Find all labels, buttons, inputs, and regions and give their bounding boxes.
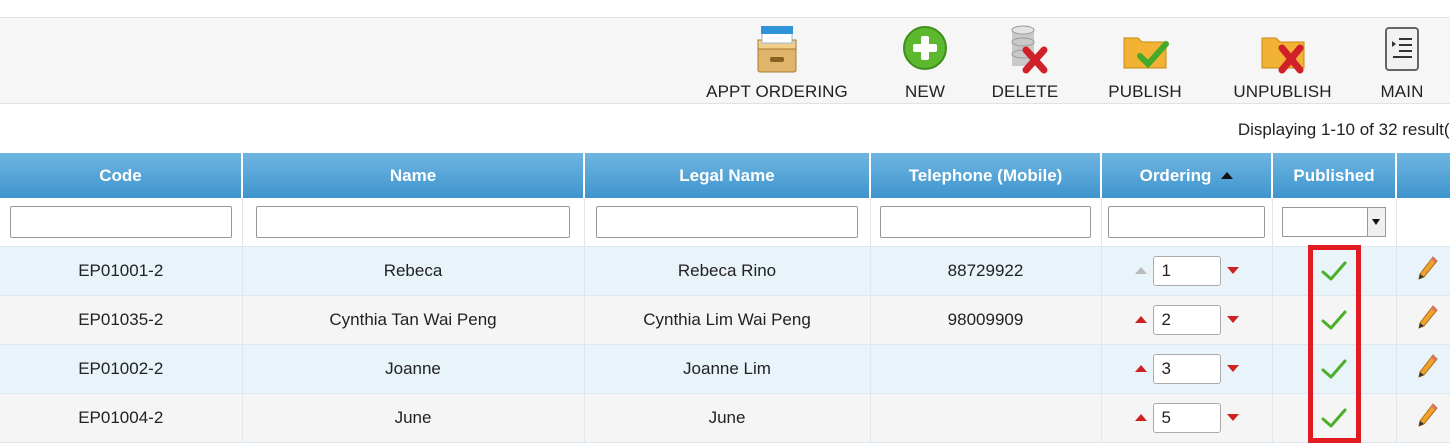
move-up-icon[interactable] — [1134, 365, 1147, 372]
move-up-icon[interactable] — [1134, 316, 1147, 323]
move-up-icon[interactable] — [1134, 414, 1147, 421]
dropdown-arrow-icon[interactable] — [1366, 207, 1385, 236]
move-down-icon[interactable] — [1226, 316, 1239, 323]
published-check-icon[interactable] — [1321, 260, 1347, 282]
appt-ordering-label: APPT ORDERING — [706, 82, 848, 101]
cell-code: EP01004-2 — [0, 393, 243, 443]
list-menu-icon — [1377, 24, 1427, 74]
edit-pencil-icon[interactable] — [1417, 304, 1439, 330]
results-table: Code Name Legal Name Telephone (Mobile) … — [0, 153, 1450, 443]
cell-ordering: 5 — [1101, 393, 1273, 443]
cell-legal-name: Joanne Lim — [584, 344, 871, 394]
cell-legal-name: Rebeca Rino — [584, 246, 871, 296]
move-down-icon[interactable] — [1226, 414, 1239, 421]
move-up-disabled-icon — [1134, 267, 1147, 274]
cell-code: EP01035-2 — [0, 295, 243, 345]
cell-code: EP01002-2 — [0, 344, 243, 394]
plus-circle-icon — [900, 24, 950, 74]
database-delete-icon — [1000, 24, 1050, 74]
cell-ordering: 3 — [1101, 344, 1273, 394]
col-header-ordering[interactable]: Ordering — [1101, 153, 1273, 198]
cell-edit — [1396, 295, 1450, 345]
cell-telephone: 98009909 — [870, 295, 1102, 345]
sort-ascending-icon — [1221, 172, 1234, 179]
cell-telephone: 88729922 — [870, 246, 1102, 296]
col-header-code[interactable]: Code — [0, 153, 243, 198]
cell-code: EP01001-2 — [0, 246, 243, 296]
cell-name: Joanne — [242, 344, 585, 394]
main-button[interactable]: MAIN — [1372, 24, 1432, 101]
cell-published — [1272, 344, 1397, 394]
published-filter-select[interactable] — [1282, 206, 1386, 237]
cell-telephone — [870, 344, 1102, 394]
delete-label: DELETE — [991, 82, 1059, 101]
cell-published — [1272, 246, 1397, 296]
move-down-icon[interactable] — [1226, 365, 1239, 372]
results-count: Displaying 1-10 of 32 result(s — [1237, 120, 1450, 139]
edit-pencil-icon[interactable] — [1417, 255, 1439, 281]
code-filter-input[interactable] — [9, 205, 232, 238]
ordering-input[interactable]: 2 — [1152, 304, 1221, 335]
cell-name: Cynthia Tan Wai Peng — [242, 295, 585, 345]
cell-legal-name: Cynthia Lim Wai Peng — [584, 295, 871, 345]
filter-row — [0, 198, 1450, 247]
table-row[interactable]: EP01001-2 Rebeca Rebeca Rino 88729922 1 — [0, 246, 1450, 296]
publish-button[interactable]: PUBLISH — [1100, 24, 1190, 101]
cell-name: Rebeca — [242, 246, 585, 296]
name-filter-input[interactable] — [256, 205, 570, 238]
appt-ordering-button[interactable]: APPT ORDERING — [697, 24, 857, 101]
cell-published — [1272, 393, 1397, 443]
cell-legal-name: June — [584, 393, 871, 443]
cell-edit — [1396, 393, 1450, 443]
cell-published — [1272, 295, 1397, 345]
cell-name: June — [242, 393, 585, 443]
col-header-actions — [1396, 153, 1450, 198]
ordering-input[interactable]: 3 — [1152, 353, 1221, 384]
col-header-name[interactable]: Name — [242, 153, 585, 198]
col-header-telephone[interactable]: Telephone (Mobile) — [870, 153, 1102, 198]
unpublish-label: UNPUBLISH — [1233, 82, 1332, 101]
ordering-input[interactable]: 1 — [1152, 255, 1221, 286]
folder-check-icon — [1120, 24, 1170, 74]
new-button[interactable]: NEW — [895, 24, 955, 101]
published-check-icon[interactable] — [1321, 309, 1347, 331]
table-row[interactable]: EP01035-2 Cynthia Tan Wai Peng Cynthia L… — [0, 295, 1450, 345]
edit-pencil-icon[interactable] — [1417, 353, 1439, 379]
table-header-row: Code Name Legal Name Telephone (Mobile) … — [0, 153, 1450, 198]
move-down-icon[interactable] — [1226, 267, 1239, 274]
toolbar: APPT ORDERING NEW DELETE PUBLISH UNPUBLI… — [0, 18, 1450, 104]
cell-telephone — [870, 393, 1102, 443]
main-label: MAIN — [1380, 82, 1424, 101]
col-header-published[interactable]: Published — [1272, 153, 1397, 198]
folder-x-icon — [1258, 24, 1308, 74]
published-check-icon[interactable] — [1321, 407, 1347, 429]
legal-name-filter-input[interactable] — [595, 205, 859, 238]
table-row[interactable]: EP01002-2 Joanne Joanne Lim 3 — [0, 344, 1450, 394]
cell-ordering: 2 — [1101, 295, 1273, 345]
ordering-input[interactable]: 5 — [1152, 402, 1221, 433]
cell-edit — [1396, 246, 1450, 296]
unpublish-button[interactable]: UNPUBLISH — [1225, 24, 1340, 101]
file-cabinet-icon — [752, 24, 802, 74]
edit-pencil-icon[interactable] — [1417, 402, 1439, 428]
delete-button[interactable]: DELETE — [985, 24, 1065, 101]
cell-ordering: 1 — [1101, 246, 1273, 296]
telephone-filter-input[interactable] — [879, 205, 1092, 238]
new-label: NEW — [905, 82, 945, 101]
published-check-icon[interactable] — [1321, 358, 1347, 380]
cell-edit — [1396, 344, 1450, 394]
top-strip — [0, 0, 1450, 18]
publish-label: PUBLISH — [1108, 82, 1182, 101]
ordering-filter-input[interactable] — [1108, 205, 1265, 238]
col-header-ordering-label: Ordering — [1139, 165, 1212, 185]
col-header-legal-name[interactable]: Legal Name — [584, 153, 871, 198]
table-row[interactable]: EP01004-2 June June 5 — [0, 393, 1450, 443]
